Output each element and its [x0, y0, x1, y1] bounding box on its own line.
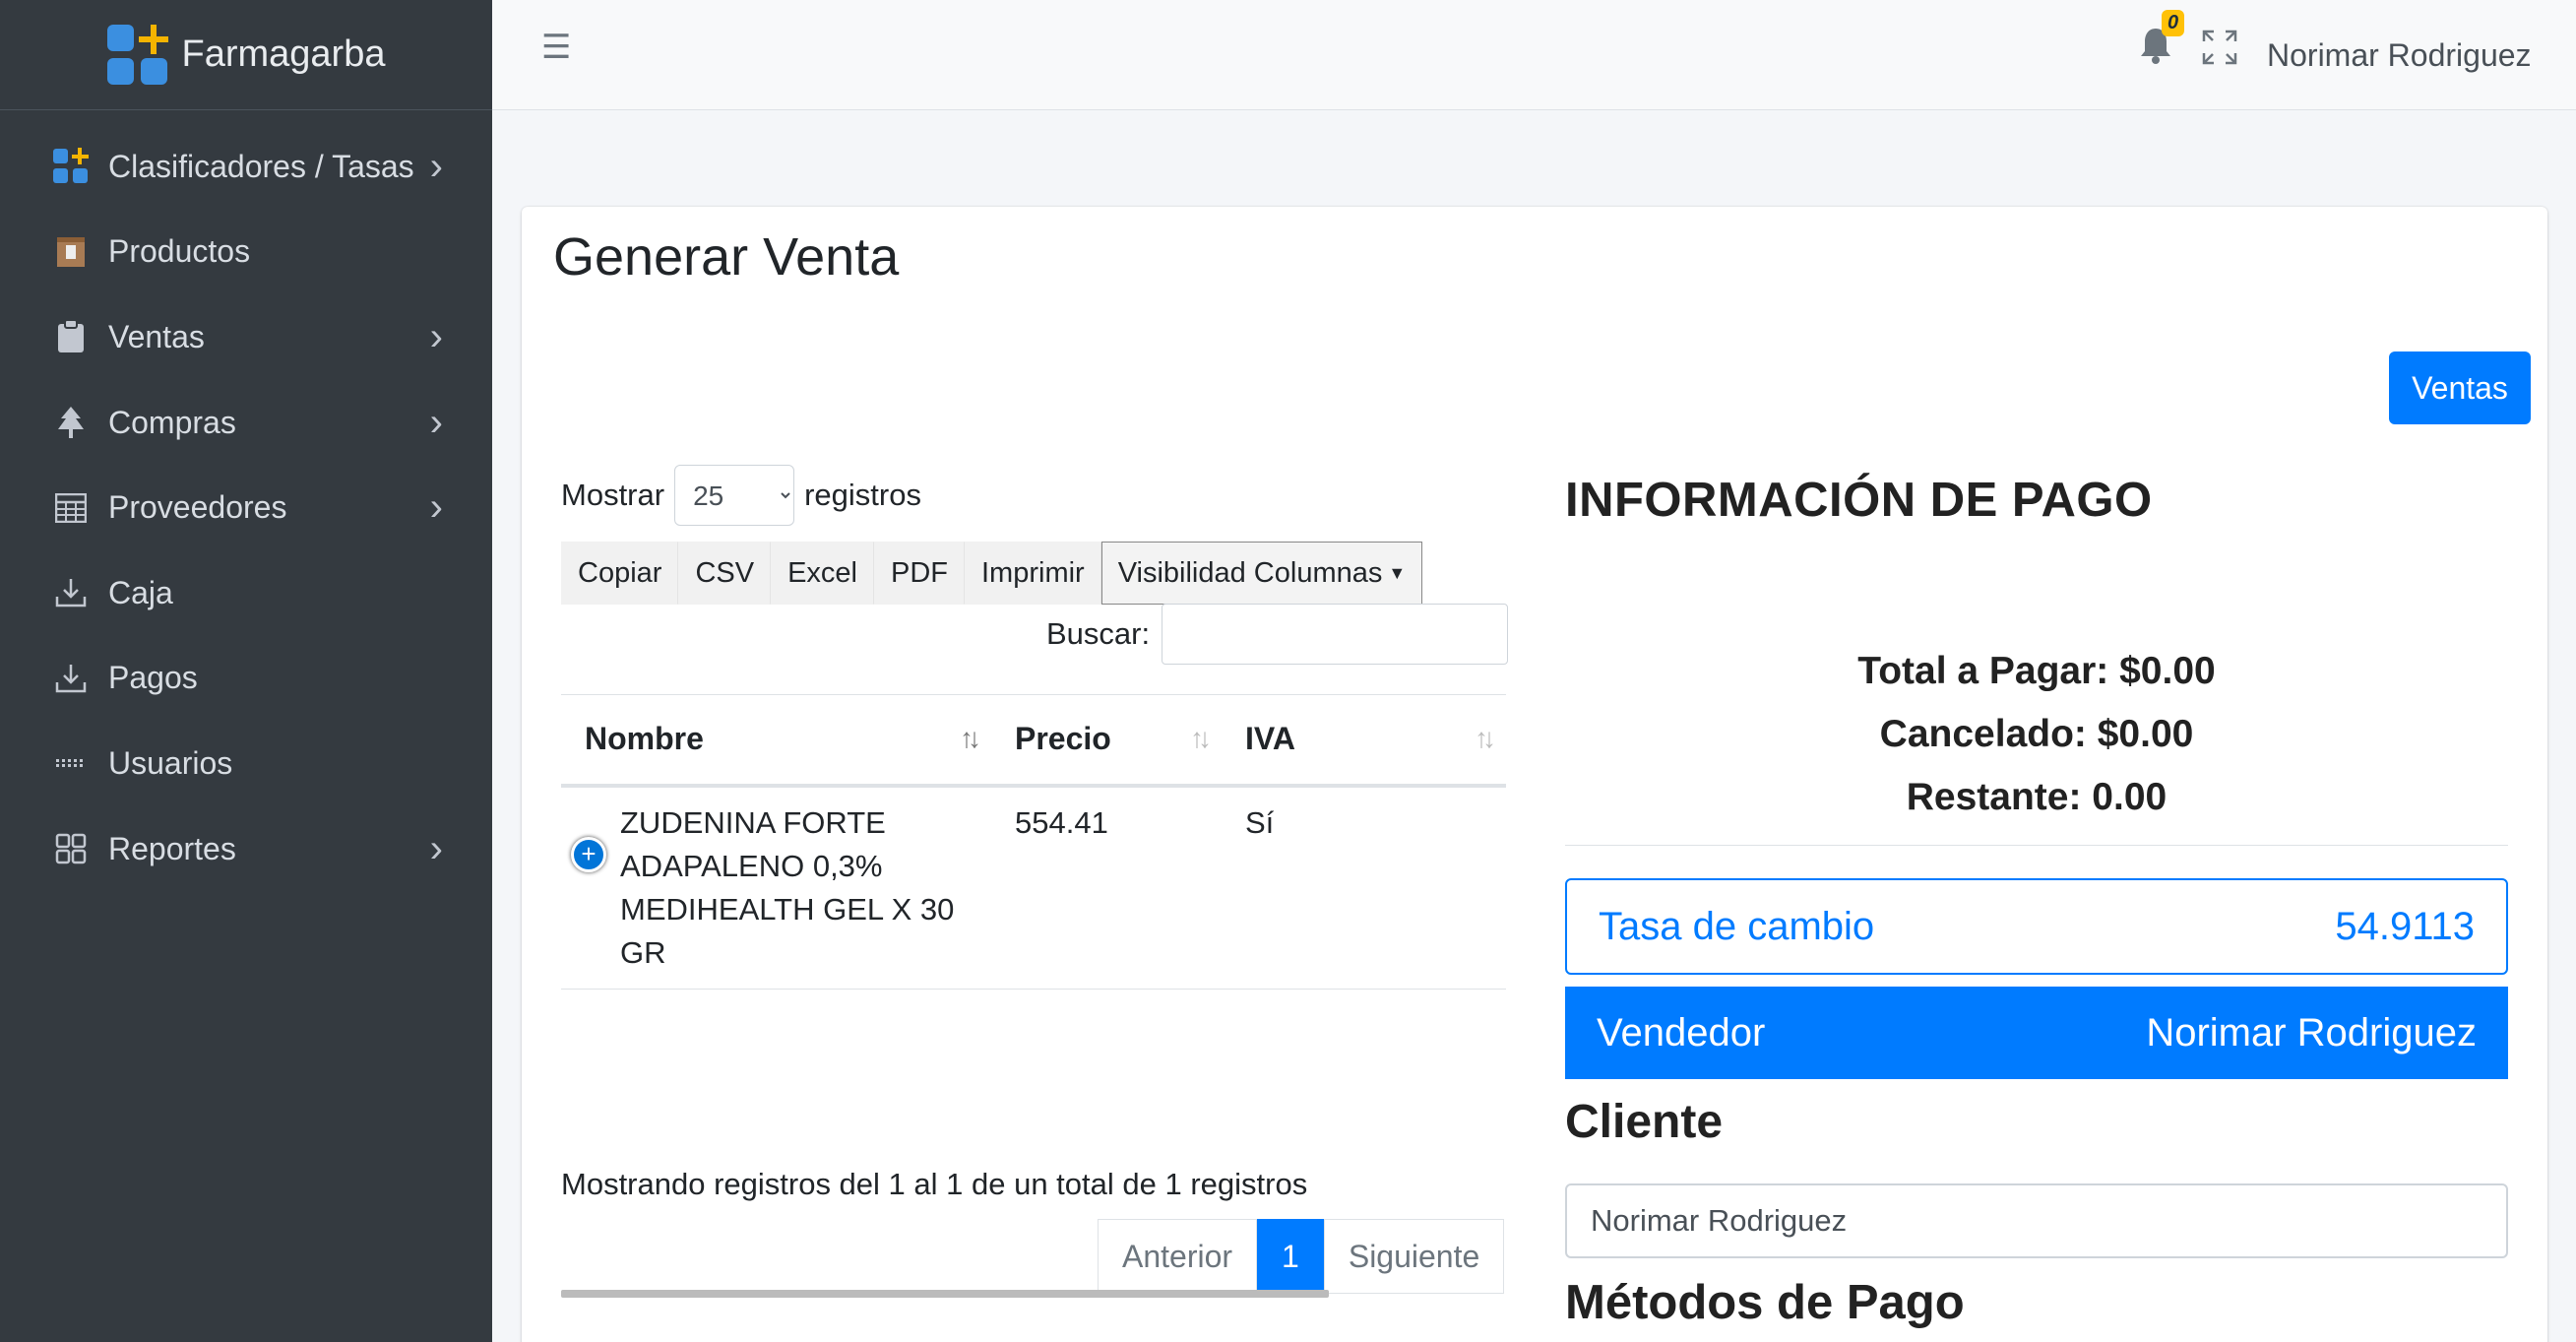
- expand-row-plus-icon[interactable]: +: [571, 836, 606, 872]
- hamburger-menu-icon[interactable]: ☰: [541, 28, 571, 67]
- cell-iva: Sí: [1222, 785, 1506, 990]
- table-search: Buscar:: [1046, 604, 1509, 665]
- column-visibility-button[interactable]: Visibilidad Columnas ▼: [1100, 542, 1423, 605]
- csv-button[interactable]: CSV: [678, 542, 772, 605]
- sort-icon: ↑↓: [960, 723, 981, 753]
- divider: [1565, 845, 2508, 846]
- pagination-previous[interactable]: Anterior: [1098, 1219, 1258, 1294]
- print-button[interactable]: Imprimir: [965, 542, 1101, 605]
- payment-info-title: INFORMACIÓN DE PAGO: [1565, 474, 2153, 527]
- remaining-amount: Restante: 0.00: [1906, 776, 2168, 818]
- ventas-button[interactable]: Ventas: [2389, 351, 2531, 424]
- table-icon: [51, 488, 91, 528]
- column-header-precio[interactable]: Precio ↑↓: [991, 694, 1222, 788]
- total-to-pay: Total a Pagar: $0.00: [1857, 650, 2216, 692]
- payment-methods-label: Métodos de Pago: [1565, 1276, 1965, 1329]
- column-header-iva[interactable]: IVA ↑↓: [1222, 694, 1506, 788]
- fullscreen-button[interactable]: [2200, 28, 2239, 67]
- page-title: Generar Venta: [553, 227, 900, 287]
- brand-link[interactable]: Farmagarba: [0, 0, 492, 110]
- sidebar-item-label: Pagos: [108, 660, 198, 696]
- excel-button[interactable]: Excel: [771, 542, 874, 605]
- dashboard-icon: [51, 829, 91, 868]
- table-row[interactable]: + ZUDENINA FORTE ADAPALENO 0,3% MEDIHEAL…: [561, 785, 1506, 990]
- export-buttons: Copiar CSV Excel PDF Imprimir Visibilida…: [561, 542, 1423, 605]
- client-select[interactable]: Norimar Rodriguez: [1565, 1183, 2508, 1258]
- sidebar-item-ventas[interactable]: Ventas ›: [0, 294, 492, 380]
- sidebar-item-clasificadores[interactable]: Clasificadores / Tasas ›: [0, 124, 492, 210]
- sidebar-item-pagos[interactable]: Pagos: [0, 636, 492, 722]
- sidebar-item-productos[interactable]: Productos: [0, 210, 492, 295]
- sort-icon: ↑↓: [1475, 723, 1496, 753]
- caret-down-icon: ▼: [1388, 562, 1407, 583]
- tree-icon: [51, 403, 91, 442]
- farmagarba-logo-icon: [106, 24, 168, 86]
- download-icon: [51, 573, 91, 612]
- sidebar-item-label: Clasificadores / Tasas: [108, 148, 414, 184]
- sort-icon: ↑↓: [1190, 723, 1212, 753]
- horizontal-scrollbar[interactable]: [561, 1290, 1329, 1298]
- column-header-nombre[interactable]: Nombre ↑↓: [561, 694, 991, 788]
- seller-box: Vendedor Norimar Rodriguez: [1565, 987, 2508, 1079]
- sidebar-item-proveedores[interactable]: Proveedores ›: [0, 465, 492, 550]
- records-label: registros: [804, 478, 921, 512]
- sidebar-item-label: Ventas: [108, 318, 205, 354]
- cell-precio: 554.41: [991, 785, 1222, 990]
- page-length-control: Mostrar 25 registros: [561, 465, 921, 526]
- chevron-right-icon: ›: [429, 485, 443, 530]
- exchange-rate-label: Tasa de cambio: [1599, 904, 1875, 948]
- chevron-right-icon: ›: [429, 314, 443, 358]
- show-label: Mostrar: [561, 478, 665, 512]
- sidebar-item-reportes[interactable]: Reportes ›: [0, 806, 492, 892]
- sidebar-item-compras[interactable]: Compras ›: [0, 380, 492, 466]
- user-menu[interactable]: Norimar Rodriguez: [2267, 37, 2532, 74]
- grid-plus-icon: [51, 147, 91, 186]
- search-label: Buscar:: [1046, 616, 1151, 651]
- seller-value: Norimar Rodriguez: [2146, 1010, 2477, 1054]
- pagination-next[interactable]: Siguiente: [1323, 1219, 1505, 1294]
- page-length-select[interactable]: 25: [674, 465, 795, 526]
- seller-label: Vendedor: [1597, 1010, 1766, 1054]
- ellipsis-icon: [51, 743, 91, 783]
- chevron-right-icon: ›: [429, 826, 443, 870]
- copy-button[interactable]: Copiar: [561, 542, 679, 605]
- pagination: Anterior 1 Siguiente: [1098, 1219, 1505, 1294]
- sidebar-item-label: Usuarios: [108, 744, 233, 781]
- sidebar-item-usuarios[interactable]: Usuarios: [0, 721, 492, 806]
- generar-venta-card: Generar Venta Ventas Mostrar 25 registro…: [522, 207, 2547, 1342]
- sidebar-item-label: Compras: [108, 404, 236, 440]
- sidebar-item-caja[interactable]: Caja: [0, 550, 492, 636]
- download-icon: [51, 659, 91, 698]
- sidebar: Farmagarba Clasificadores / Tasas › Prod…: [0, 0, 492, 1342]
- clipboard-icon: [51, 317, 91, 356]
- sidebar-nav: Clasificadores / Tasas › Productos Venta…: [0, 110, 492, 891]
- top-navbar: ☰ 0 Norimar Rodriguez: [492, 0, 2576, 110]
- table-info: Mostrando registros del 1 al 1 de un tot…: [561, 1167, 1308, 1201]
- sidebar-item-label: Caja: [108, 574, 173, 610]
- column-visibility-label: Visibilidad Columnas: [1117, 556, 1383, 589]
- pagination-page-1[interactable]: 1: [1257, 1219, 1324, 1294]
- search-input[interactable]: [1162, 604, 1509, 665]
- exchange-rate-value: 54.9113: [2335, 904, 2475, 948]
- client-label: Cliente: [1565, 1096, 1724, 1148]
- payment-totals: Total a Pagar: $0.00 Cancelado: $0.00 Re…: [1565, 640, 2508, 829]
- cell-nombre: + ZUDENINA FORTE ADAPALENO 0,3% MEDIHEAL…: [561, 785, 991, 990]
- sidebar-item-label: Productos: [108, 233, 251, 270]
- brand-name: Farmagarba: [181, 33, 386, 75]
- chevron-right-icon: ›: [429, 144, 443, 188]
- notifications-button[interactable]: 0: [2138, 10, 2185, 71]
- pdf-button[interactable]: PDF: [874, 542, 965, 605]
- sidebar-item-label: Reportes: [108, 830, 236, 866]
- products-table: Nombre ↑↓ Precio ↑↓ IVA ↑↓ + ZUDENINA FORTE…: [561, 694, 1506, 990]
- exchange-rate-box: Tasa de cambio 54.9113: [1565, 878, 2508, 975]
- box-icon: [51, 232, 91, 272]
- notification-count-badge: 0: [2162, 10, 2185, 36]
- expand-icon: [2202, 30, 2237, 65]
- sidebar-item-label: Proveedores: [108, 489, 287, 526]
- chevron-right-icon: ›: [429, 400, 443, 444]
- paid-amount: Cancelado: $0.00: [1879, 713, 2194, 755]
